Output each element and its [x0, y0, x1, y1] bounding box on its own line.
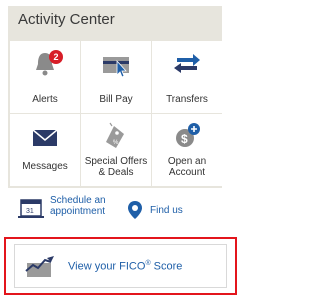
tile-special-offers[interactable]: % Special Offers & Deals: [81, 114, 151, 186]
fico-link-text: View your FICO® Score: [68, 260, 182, 273]
tile-label: Open an Account: [167, 156, 207, 178]
tile-alerts[interactable]: 2 Alerts: [10, 41, 80, 113]
tile-transfers[interactable]: Transfers: [152, 41, 222, 113]
fico-text-main: View your FICO: [68, 260, 146, 273]
tag-icon: %: [106, 122, 124, 148]
svg-text:%: %: [113, 140, 119, 146]
fico-text-suffix: Score: [150, 260, 183, 273]
schedule-appointment-link[interactable]: Schedule an appointment: [50, 195, 106, 217]
calendar-icon[interactable]: 31: [18, 198, 44, 220]
fico-chart-icon: [25, 256, 54, 277]
location-pin-icon[interactable]: [128, 201, 142, 219]
envelope-icon: [32, 129, 58, 146]
activity-center-title: Activity Center: [18, 11, 115, 28]
dollar-plus-icon: $: [176, 123, 200, 147]
transfer-arrows-icon: [174, 54, 200, 73]
svg-text:31: 31: [26, 208, 34, 215]
tile-label: Bill Pay: [99, 94, 133, 105]
tile-messages[interactable]: Messages: [10, 114, 80, 186]
bill-pay-icon: [103, 57, 129, 78]
tile-label: Transfers: [166, 94, 208, 105]
tile-label: Messages: [22, 161, 68, 172]
tile-label: Special Offers & Deals: [84, 156, 148, 178]
alerts-count-badge: 2: [49, 50, 63, 64]
svg-text:$: $: [181, 132, 188, 146]
find-us-link[interactable]: Find us: [150, 205, 183, 216]
quick-links: 31 Schedule an appointment Find us: [18, 195, 228, 229]
tile-open-account[interactable]: $ Open an Account: [152, 114, 222, 186]
tile-label: Alerts: [32, 94, 58, 105]
tile-bill-pay[interactable]: Bill Pay: [81, 41, 151, 113]
fico-score-button[interactable]: View your FICO® Score: [14, 244, 227, 288]
activity-grid: 2 Alerts Bill Pay Transfers Messages % S…: [10, 41, 222, 186]
fico-highlight-box: View your FICO® Score: [4, 237, 237, 295]
activity-center-panel: Activity Center 2 Alerts Bill Pay Transf…: [8, 6, 222, 188]
